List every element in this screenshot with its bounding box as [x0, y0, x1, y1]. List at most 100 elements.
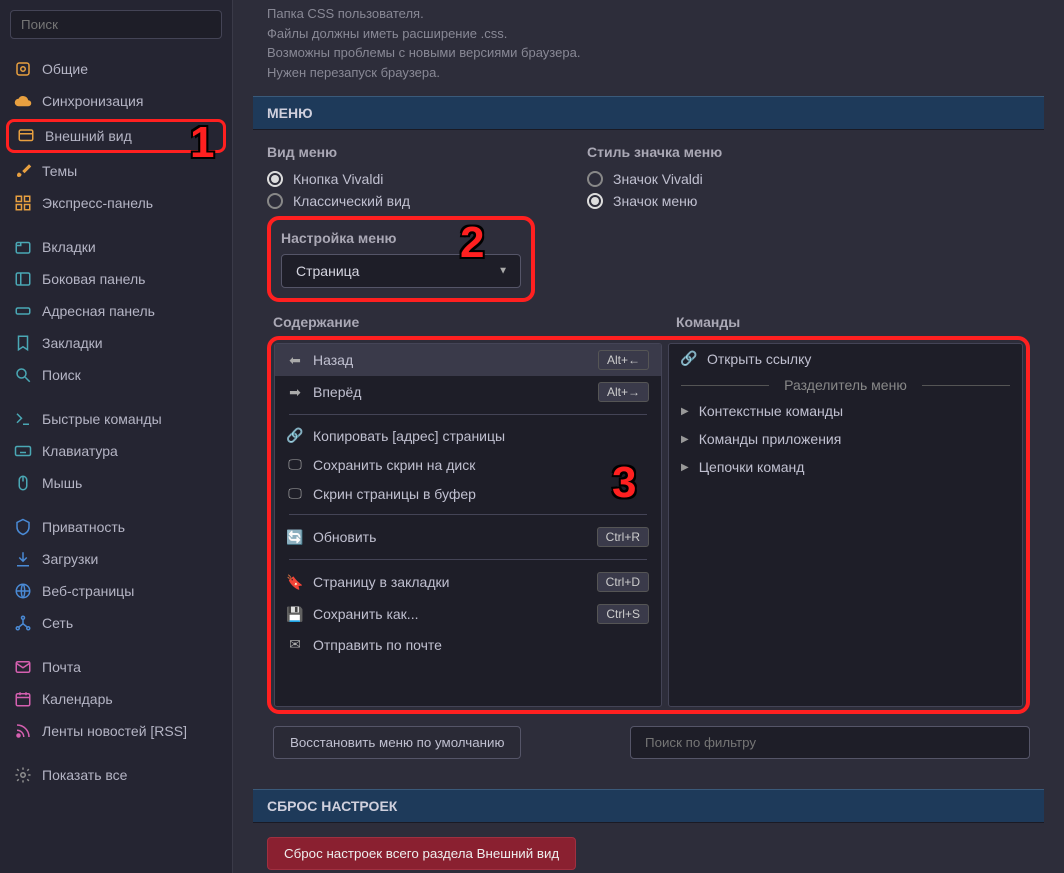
quickcmd-icon — [14, 410, 32, 428]
sidebar-item-5[interactable]: Вкладки — [0, 231, 232, 263]
tabs-icon — [14, 238, 32, 256]
sidebar-item-label: Внешний вид — [45, 128, 132, 144]
chevron-right-icon: ▶ — [681, 406, 689, 417]
divider — [289, 559, 647, 560]
sidebar-item-16[interactable]: Сеть — [0, 607, 232, 639]
item-label: Вперёд — [313, 384, 361, 400]
content-item-9[interactable]: 🔖Страницу в закладкиCtrl+D — [275, 566, 661, 598]
item-icon: ➡ — [287, 384, 303, 401]
calendar-icon — [14, 690, 32, 708]
mail-icon — [14, 658, 32, 676]
sidebar-item-3[interactable]: Темы — [0, 155, 232, 187]
group-label: Контекстные команды — [699, 403, 843, 419]
content-item-3[interactable]: 🔗 Копировать [адрес] страницы — [275, 421, 661, 450]
chevron-right-icon: ▶ — [681, 434, 689, 445]
icon-style-option-0[interactable]: Значок Vivaldi — [587, 168, 1030, 190]
sidebar-item-6[interactable]: Боковая панель — [0, 263, 232, 295]
sidebar-item-7[interactable]: Адресная панель — [0, 295, 232, 327]
item-icon: 🖵 — [287, 456, 303, 473]
group-label: Цепочки команд — [699, 459, 805, 475]
content-item-11[interactable]: ✉Отправить по почте — [275, 630, 661, 659]
shortcut-badge: Ctrl+D — [597, 572, 649, 592]
content-list[interactable]: ⬅НазадAlt+← ➡ Вперёд Alt+→ 🔗 Копировать [адре… — [274, 343, 662, 707]
menu-view-option-0[interactable]: Кнопка Vivaldi — [267, 168, 547, 190]
cloud-icon — [14, 92, 32, 110]
menu-view-label: Вид меню — [267, 144, 547, 160]
sidebar-item-13[interactable]: Приватность — [0, 511, 232, 543]
sidebar-item-1[interactable]: Синхронизация — [0, 85, 232, 117]
sidebar-item-17[interactable]: Почта — [0, 651, 232, 683]
item-label: Скрин страницы в буфер — [313, 486, 476, 502]
radio-label: Кнопка Vivaldi — [293, 171, 383, 187]
command-item-0[interactable]: 🔗Открыть ссылку — [669, 344, 1022, 373]
item-label: Копировать [адрес] страницы — [313, 428, 505, 444]
sidebar-item-11[interactable]: Клавиатура — [0, 435, 232, 467]
sidebar-item-19[interactable]: Ленты новостей [RSS] — [0, 715, 232, 747]
command-group-2[interactable]: ▶ Контекстные команды — [669, 397, 1022, 425]
network-icon — [14, 614, 32, 632]
sidebar-item-label: Экспресс-панель — [42, 195, 153, 211]
reset-button[interactable]: Сброс настроек всего раздела Внешний вид — [267, 837, 576, 870]
shortcut-badge: Ctrl+S — [597, 604, 649, 624]
icon-style-option-1[interactable]: Значок меню — [587, 190, 1030, 212]
item-label: Страницу в закладки — [313, 574, 449, 590]
content-item-4[interactable]: 🖵 Сохранить скрин на диск — [275, 450, 661, 479]
sidebar-item-label: Приватность — [42, 519, 125, 535]
sidebar-item-label: Боковая панель — [42, 271, 145, 287]
item-icon: 🖵 — [287, 485, 303, 502]
menu-editor-panel: ⬅НазадAlt+← ➡ Вперёд Alt+→ 🔗 Копировать [адре… — [267, 336, 1030, 714]
sidebar-item-9[interactable]: Поиск — [0, 359, 232, 391]
sidebar-item-18[interactable]: Календарь — [0, 683, 232, 715]
menu-view-option-1[interactable]: Классический вид — [267, 190, 547, 212]
command-group-3[interactable]: ▶Команды приложения — [669, 425, 1022, 453]
item-icon: 🔗 — [681, 350, 697, 367]
sidebar-item-15[interactable]: Веб-страницы — [0, 575, 232, 607]
sidebar-item-14[interactable]: Загрузки — [0, 543, 232, 575]
sidebar-item-label: Календарь — [42, 691, 113, 707]
sidebar-item-8[interactable]: Закладки — [0, 327, 232, 359]
sidebar-item-label: Показать все — [42, 767, 127, 783]
restore-menu-button[interactable]: Восстановить меню по умолчанию — [273, 726, 521, 759]
menu-settings-group: Настройка меню Страница — [267, 216, 535, 302]
content-item-0[interactable]: ⬅НазадAlt+← — [275, 344, 661, 376]
reset-section-header: СБРОС НАСТРОЕК — [253, 789, 1044, 823]
menu-settings-dropdown[interactable]: Страница — [281, 254, 521, 288]
sidebar-item-12[interactable]: Мышь — [0, 467, 232, 499]
content-item-1[interactable]: ➡ Вперёд Alt+→ — [275, 376, 661, 408]
sidebar-item-2[interactable]: Внешний вид — [6, 119, 226, 153]
item-icon: 💾 — [287, 606, 303, 623]
appearance-icon — [17, 127, 35, 145]
menu-section-header: МЕНЮ — [253, 96, 1044, 130]
item-label: Сохранить скрин на диск — [313, 457, 475, 473]
command-group-4[interactable]: ▶Цепочки команд — [669, 453, 1022, 481]
content-item-5[interactable]: 🖵 Скрин страницы в буфер — [275, 479, 661, 508]
sidebar-item-label: Быстрые команды — [42, 411, 162, 427]
sidebar-item-4[interactable]: Экспресс-панель — [0, 187, 232, 219]
item-icon: 🔗 — [287, 427, 303, 444]
sidebar-item-label: Адресная панель — [42, 303, 155, 319]
speeddial-icon — [14, 194, 32, 212]
radio-label: Классический вид — [293, 193, 410, 209]
download-icon — [14, 550, 32, 568]
shortcut-badge: Alt+→ — [598, 382, 649, 402]
sidebar-item-0[interactable]: Общие — [0, 53, 232, 85]
globe-icon — [14, 582, 32, 600]
radio-label: Значок меню — [613, 193, 697, 209]
sidebar-item-label: Клавиатура — [42, 443, 118, 459]
divider — [289, 414, 647, 415]
content-item-7[interactable]: 🔄ОбновитьCtrl+R — [275, 521, 661, 553]
sidebar-item-20[interactable]: Показать все — [0, 759, 232, 791]
radio-label: Значок Vivaldi — [613, 171, 703, 187]
content-header: Содержание — [273, 314, 666, 330]
sidebar-item-label: Темы — [42, 163, 77, 179]
filter-input[interactable] — [630, 726, 1030, 759]
sidebar-item-10[interactable]: Быстрые команды — [0, 403, 232, 435]
menu-settings-label: Настройка меню — [281, 230, 521, 246]
brush-icon — [14, 162, 32, 180]
shield-icon — [14, 518, 32, 536]
sidebar-item-label: Закладки — [42, 335, 103, 351]
keyboard-icon — [14, 442, 32, 460]
commands-list[interactable]: 🔗Открыть ссылкуРазделитель меню▶Контекст… — [668, 343, 1023, 707]
search-input[interactable] — [10, 10, 222, 39]
content-item-10[interactable]: 💾Сохранить как...Ctrl+S — [275, 598, 661, 630]
